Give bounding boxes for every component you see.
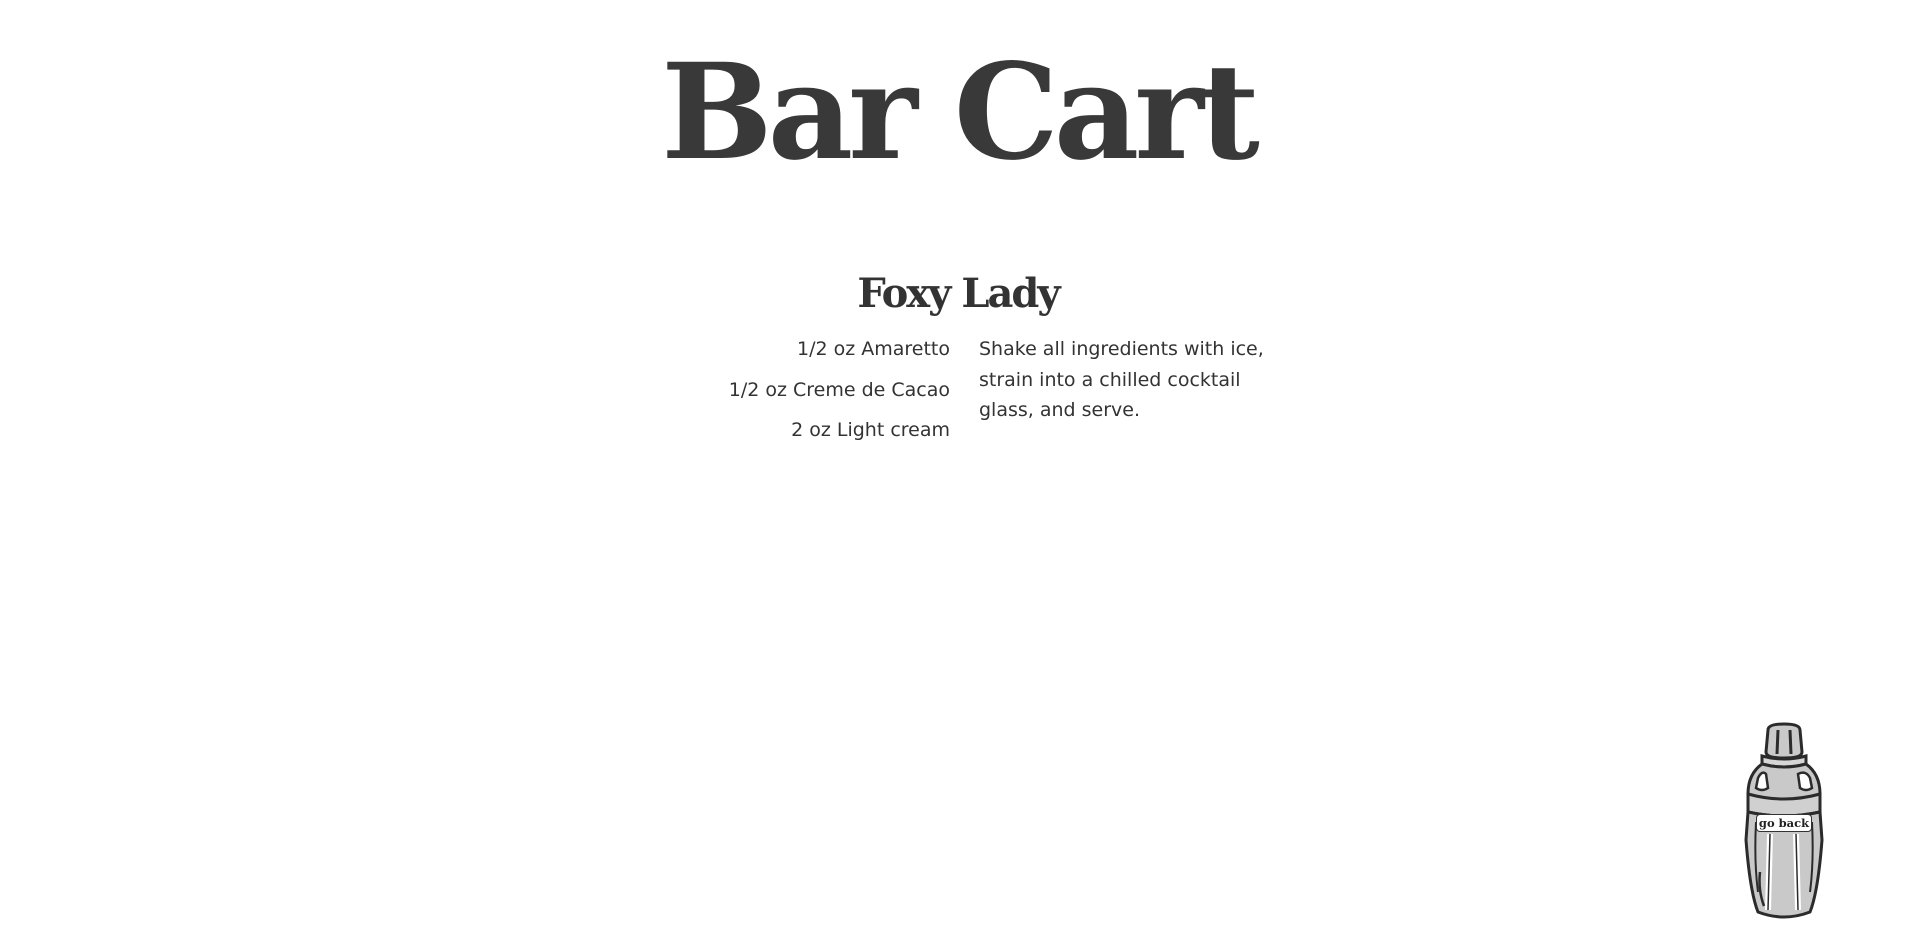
- recipe-instructions: Shake all ingredients with ice, strain i…: [979, 338, 1264, 421]
- ingredient-item: 1/2 oz Amaretto: [796, 338, 950, 360]
- go-back-label: go back: [1756, 814, 1812, 832]
- ingredient-item: 2 oz Light cream: [791, 419, 950, 441]
- go-back-button[interactable]: go back: [1740, 722, 1828, 922]
- ingredient-item: 1/2 oz Creme de Cacao: [728, 378, 950, 401]
- site-title: Bar Cart: [661, 35, 1260, 190]
- recipe-title: Foxy Lady: [857, 270, 1060, 317]
- ingredient-list: 1/2 oz Amaretto 1/2 oz Creme de Cacao 2 …: [729, 334, 950, 456]
